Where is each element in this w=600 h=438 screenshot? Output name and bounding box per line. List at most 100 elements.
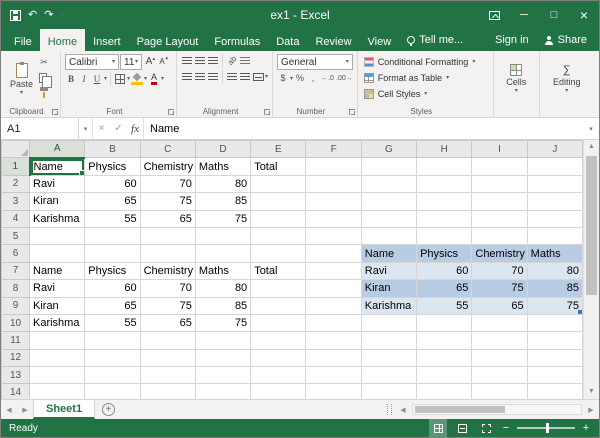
comma-style-icon[interactable]: ,: [307, 72, 319, 85]
cell-C14[interactable]: [140, 384, 195, 399]
cell-B11[interactable]: [85, 332, 140, 349]
cell-I9[interactable]: 65: [472, 297, 527, 314]
tab-home[interactable]: Home: [40, 29, 85, 51]
percent-style-icon[interactable]: %: [294, 72, 306, 85]
cell-A4[interactable]: Karishma: [30, 210, 85, 227]
cell-A1[interactable]: Name: [30, 158, 85, 175]
row-header-8[interactable]: 8: [2, 280, 30, 297]
merge-dropdown-icon[interactable]: ▾: [265, 74, 268, 80]
cell-B6[interactable]: [85, 245, 140, 262]
cell-I11[interactable]: [472, 332, 527, 349]
column-header-A[interactable]: A: [30, 141, 85, 158]
align-middle-icon[interactable]: [194, 55, 206, 68]
cell-F9[interactable]: [306, 297, 361, 314]
cell-C11[interactable]: [140, 332, 195, 349]
cell-D10[interactable]: 75: [195, 314, 250, 331]
cell-J10[interactable]: [527, 314, 582, 331]
align-right-icon[interactable]: [207, 71, 219, 84]
row-header-12[interactable]: 12: [2, 349, 30, 366]
cell-J13[interactable]: [527, 367, 582, 384]
cell-G12[interactable]: [361, 349, 416, 366]
cancel-icon[interactable]: ×: [93, 118, 110, 139]
cell-H5[interactable]: [417, 227, 472, 244]
row-header-3[interactable]: 3: [2, 193, 30, 210]
cell-D4[interactable]: 75: [195, 210, 250, 227]
cell-F14[interactable]: [306, 384, 361, 399]
cell-D7[interactable]: Maths: [195, 262, 250, 279]
cell-H10[interactable]: [417, 314, 472, 331]
column-header-E[interactable]: E: [251, 141, 306, 158]
cell-I12[interactable]: [472, 349, 527, 366]
cell-B2[interactable]: 60: [85, 175, 140, 192]
column-header-C[interactable]: C: [140, 141, 195, 158]
cell-C12[interactable]: [140, 349, 195, 366]
cell-B9[interactable]: 65: [85, 297, 140, 314]
cell-B3[interactable]: 65: [85, 193, 140, 210]
cell-B10[interactable]: 55: [85, 314, 140, 331]
cell-F1[interactable]: [306, 158, 361, 175]
page-break-view-icon[interactable]: [477, 419, 495, 437]
save-icon[interactable]: [10, 10, 21, 21]
tab-page-layout[interactable]: Page Layout: [129, 29, 207, 51]
cell-J4[interactable]: [527, 210, 582, 227]
cell-A13[interactable]: [30, 367, 85, 384]
paste-button[interactable]: Paste ▾: [5, 54, 38, 104]
cell-C1[interactable]: Chemistry: [140, 158, 195, 175]
decrease-font-size-icon[interactable]: A: [156, 56, 168, 69]
cells-button[interactable]: Cells ▾: [498, 54, 535, 104]
cell-F4[interactable]: [306, 210, 361, 227]
cell-B7[interactable]: Physics: [85, 262, 140, 279]
increase-decimal-icon[interactable]: ←.0: [320, 72, 335, 85]
cell-G9[interactable]: Karishma: [361, 297, 416, 314]
sheet-next-icon[interactable]: ▶: [17, 400, 33, 419]
row-header-13[interactable]: 13: [2, 367, 30, 384]
cell-J11[interactable]: [527, 332, 582, 349]
cell-C2[interactable]: 70: [140, 175, 195, 192]
row-header-14[interactable]: 14: [2, 384, 30, 399]
cell-I5[interactable]: [472, 227, 527, 244]
cell-E1[interactable]: Total: [251, 158, 306, 175]
cell-H7[interactable]: 60: [417, 262, 472, 279]
column-header-B[interactable]: B: [85, 141, 140, 158]
number-format-select[interactable]: General ▾: [277, 54, 353, 70]
cell-J1[interactable]: [527, 158, 582, 175]
cell-H9[interactable]: 55: [417, 297, 472, 314]
cell-F7[interactable]: [306, 262, 361, 279]
row-header-9[interactable]: 9: [2, 297, 30, 314]
cell-G3[interactable]: [361, 193, 416, 210]
cell-C3[interactable]: 75: [140, 193, 195, 210]
cell-J14[interactable]: [527, 384, 582, 399]
font-size-select[interactable]: 11 ▾: [120, 54, 142, 70]
cell-I7[interactable]: 70: [472, 262, 527, 279]
increase-indent-icon[interactable]: [239, 71, 251, 84]
scroll-right-icon[interactable]: ▶: [583, 400, 599, 419]
row-header-10[interactable]: 10: [2, 314, 30, 331]
tab-review[interactable]: Review: [307, 29, 359, 51]
cell-B13[interactable]: [85, 367, 140, 384]
cell-A12[interactable]: [30, 349, 85, 366]
font-dialog-launcher-icon[interactable]: [168, 109, 174, 115]
maximize-button[interactable]: □: [539, 1, 569, 29]
align-top-icon[interactable]: [181, 55, 193, 68]
cell-H4[interactable]: [417, 210, 472, 227]
cell-A14[interactable]: [30, 384, 85, 399]
page-layout-view-icon[interactable]: [453, 419, 471, 437]
cell-J7[interactable]: 80: [527, 262, 582, 279]
vertical-scroll-thumb[interactable]: [586, 156, 597, 295]
font-color-dropdown-icon[interactable]: ▾: [161, 76, 164, 82]
scroll-up-icon[interactable]: ▲: [584, 140, 599, 154]
cell-A10[interactable]: Karishma: [30, 314, 85, 331]
align-left-icon[interactable]: [181, 71, 193, 84]
borders-dropdown-icon[interactable]: ▾: [127, 76, 130, 82]
tab-formulas[interactable]: Formulas: [206, 29, 268, 51]
vertical-scroll-track[interactable]: [584, 154, 599, 385]
cell-J9[interactable]: 75: [527, 297, 582, 314]
cell-J12[interactable]: [527, 349, 582, 366]
cell-A3[interactable]: Kiran: [30, 193, 85, 210]
share-button[interactable]: Share: [539, 29, 599, 51]
cell-B5[interactable]: [85, 227, 140, 244]
cell-H2[interactable]: [417, 175, 472, 192]
row-header-2[interactable]: 2: [2, 175, 30, 192]
align-bottom-icon[interactable]: [207, 55, 219, 68]
row-header-1[interactable]: 1: [2, 158, 30, 175]
